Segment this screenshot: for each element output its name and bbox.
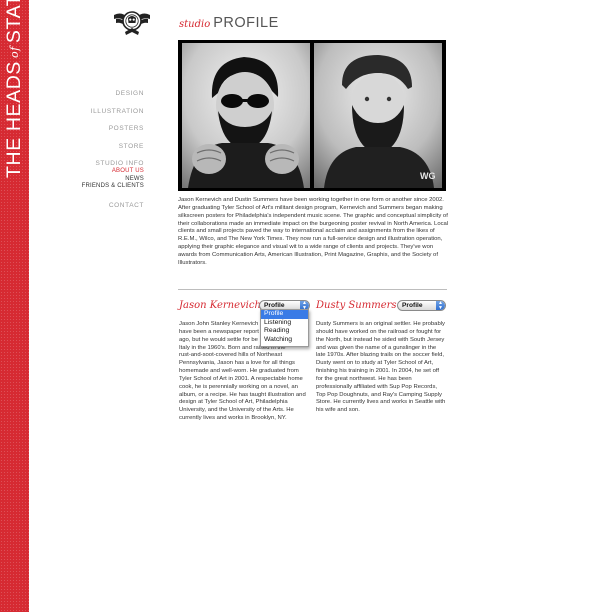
brand-band: THE HEADS of STATE xyxy=(0,0,29,612)
bio-line: cook, he is perennially working on a nov… xyxy=(179,383,298,390)
bio-line: Store. He currently lives and works in S… xyxy=(316,399,446,406)
nav-subitem-news[interactable]: NEWS xyxy=(125,176,144,182)
site-title-end: STATE xyxy=(2,0,25,44)
nav-subitem-about-us[interactable]: ABOUT US xyxy=(112,168,144,174)
dusty-select-value: Profile xyxy=(402,302,423,309)
bio-line: currently lives and works in Brooklyn, N… xyxy=(179,415,287,422)
bio-line: homemade and well-worn. He graduated fro… xyxy=(179,368,299,375)
nav-item-studio-info[interactable]: STUDIO INFO xyxy=(96,160,145,167)
bio-dusty: Dusty Summers is an original settler. He… xyxy=(316,321,451,415)
bio-line: for the great northwest. He has been xyxy=(316,375,412,382)
bio-line: design at Tyler School of Art, Philadelp… xyxy=(179,399,288,406)
winged-skull-emblem-icon[interactable] xyxy=(112,6,152,38)
nav-item-contact[interactable]: CONTACT xyxy=(109,202,144,209)
site-title-main: THE HEADS xyxy=(2,60,25,178)
page-title: studio PROFILE xyxy=(179,15,279,31)
dropdown-option-watching[interactable]: Watching xyxy=(261,336,308,345)
person-name-jason: Jason Kernevich xyxy=(179,300,261,311)
select-arrows-icon: ▲ ▼ xyxy=(436,301,445,310)
bio-line: his wife and son. xyxy=(316,407,360,414)
bio-line: and was given the name of a gunslinger i… xyxy=(316,344,437,351)
page-title-studio: studio xyxy=(179,19,211,30)
nav-item-illustration[interactable]: ILLUSTRATION xyxy=(91,108,144,115)
bio-line: Dusty Summers is an original settler. He… xyxy=(316,321,445,327)
shirt-print: WG xyxy=(420,171,436,181)
section-divider xyxy=(178,289,447,290)
founders-photo-booth-portrait: WG xyxy=(182,43,442,188)
bio-line: album, or a recipe. He has taught illust… xyxy=(179,391,306,398)
dropdown-option-reading[interactable]: Reading xyxy=(261,327,308,336)
bio-line: late 1970s. After blazing trails on the … xyxy=(316,352,445,359)
site-title-of: of xyxy=(7,46,21,58)
nav-subitem-friends-clients[interactable]: FRIENDS & CLIENTS xyxy=(82,183,144,189)
dropdown-option-profile[interactable]: Profile xyxy=(261,310,308,319)
bio-line: University, and the University of the Ar… xyxy=(179,407,294,414)
founders-photo: WG xyxy=(178,40,446,191)
nav-item-posters[interactable]: POSTERS xyxy=(109,125,144,132)
bio-line: professionally affiliated with Sup Pop R… xyxy=(316,383,438,390)
page-title-profile: PROFILE xyxy=(213,15,279,31)
person-name-dusty: Dusty Summers xyxy=(316,300,397,311)
bio-line: Tyler School of Art in 2001. A respectab… xyxy=(179,375,303,382)
site-title[interactable]: THE HEADS of STATE xyxy=(2,0,26,178)
jason-view-dropdown: Profile Listening Reading Watching xyxy=(260,309,309,347)
bio-line: finishing his training in 2001. In 2004,… xyxy=(316,368,440,375)
dropdown-option-listening[interactable]: Listening xyxy=(261,319,308,328)
nav-item-store[interactable]: STORE xyxy=(119,143,144,150)
intro-paragraph: Jason Kernevich and Dustin Summers have … xyxy=(178,197,449,266)
bio-line: Top Pop Doughnuts, and Ray's Camping Sup… xyxy=(316,391,442,398)
jason-select-value: Profile xyxy=(264,302,285,309)
bio-line: Pennsylvania, Jason has a love for all t… xyxy=(179,360,295,367)
nav-item-design[interactable]: DESIGN xyxy=(115,90,144,97)
bio-line: should have worked on the railroad or fo… xyxy=(316,328,442,335)
bio-line: Dusty went on to study at Tyler School o… xyxy=(316,360,434,367)
bio-line: rust-and-soot-covered hills of Northeast xyxy=(179,352,283,359)
dusty-view-select[interactable]: Profile ▲ ▼ xyxy=(397,300,446,311)
bio-line: the North, but instead he sided with Sou… xyxy=(316,336,445,343)
